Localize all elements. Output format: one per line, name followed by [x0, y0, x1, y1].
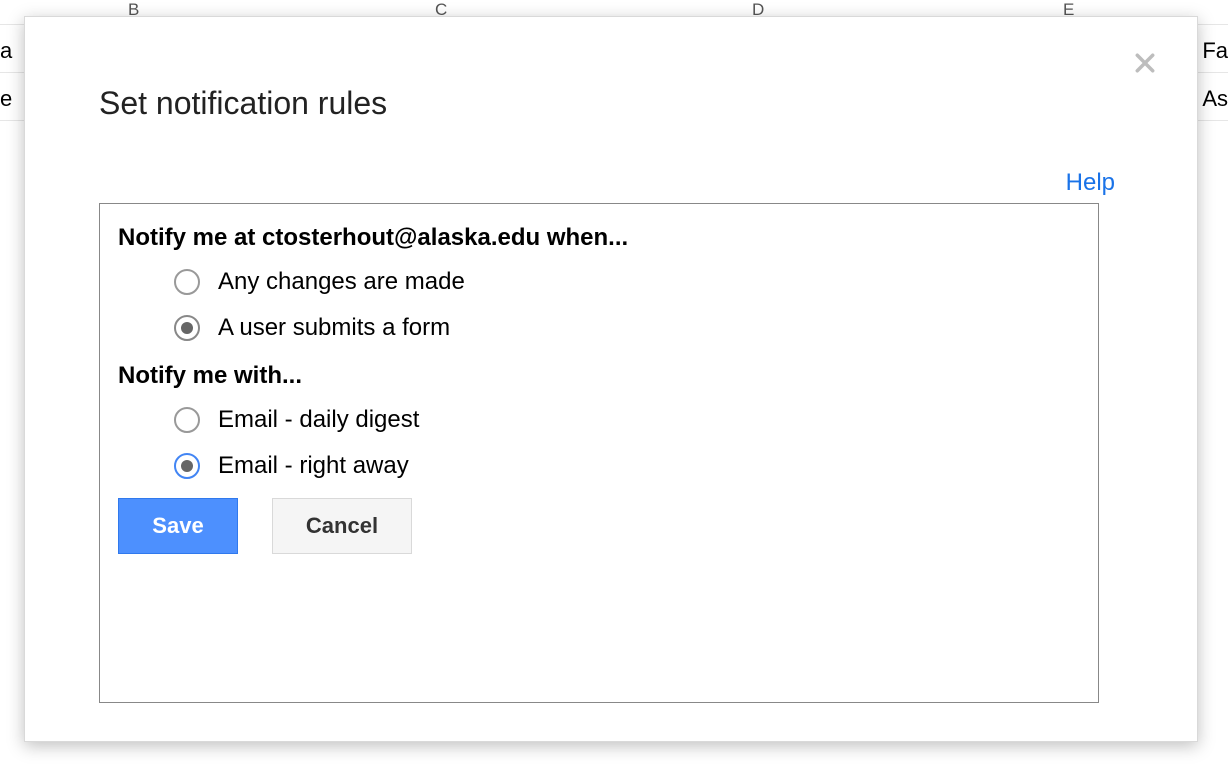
radio-dot-icon	[181, 322, 193, 334]
radio-email-right-away[interactable]: Email - right away	[174, 452, 1080, 480]
radio-label: Email - right away	[218, 452, 409, 480]
radio-icon	[174, 453, 200, 479]
help-link[interactable]: Help	[1066, 169, 1115, 197]
bg-cell-left-2: e	[0, 86, 12, 112]
cancel-button[interactable]: Cancel	[272, 498, 412, 554]
rules-panel: Notify me at ctosterhout@alaska.edu when…	[99, 203, 1099, 703]
radio-label: Email - daily digest	[218, 406, 419, 434]
radio-user-submits-form[interactable]: A user submits a form	[174, 314, 1080, 342]
radio-icon	[174, 269, 200, 295]
radio-label: A user submits a form	[218, 314, 450, 342]
radio-any-changes[interactable]: Any changes are made	[174, 268, 1080, 296]
radio-icon	[174, 407, 200, 433]
notify-when-heading: Notify me at ctosterhout@alaska.edu when…	[118, 224, 1080, 252]
radio-dot-icon	[181, 460, 193, 472]
notification-rules-dialog: Set notification rules Help Notify me at…	[24, 16, 1198, 742]
radio-label: Any changes are made	[218, 268, 465, 296]
notify-with-heading: Notify me with...	[118, 362, 1080, 390]
save-button[interactable]: Save	[118, 498, 238, 554]
close-icon	[1134, 52, 1156, 74]
bg-cell-right-1: Fa	[1202, 38, 1228, 64]
close-button[interactable]	[1129, 47, 1161, 79]
radio-email-daily-digest[interactable]: Email - daily digest	[174, 406, 1080, 434]
bg-cell-left-1: a	[0, 38, 12, 64]
dialog-button-row: Save Cancel	[118, 498, 1080, 554]
radio-icon	[174, 315, 200, 341]
bg-cell-right-2: As	[1202, 86, 1228, 112]
dialog-title: Set notification rules	[99, 85, 387, 122]
